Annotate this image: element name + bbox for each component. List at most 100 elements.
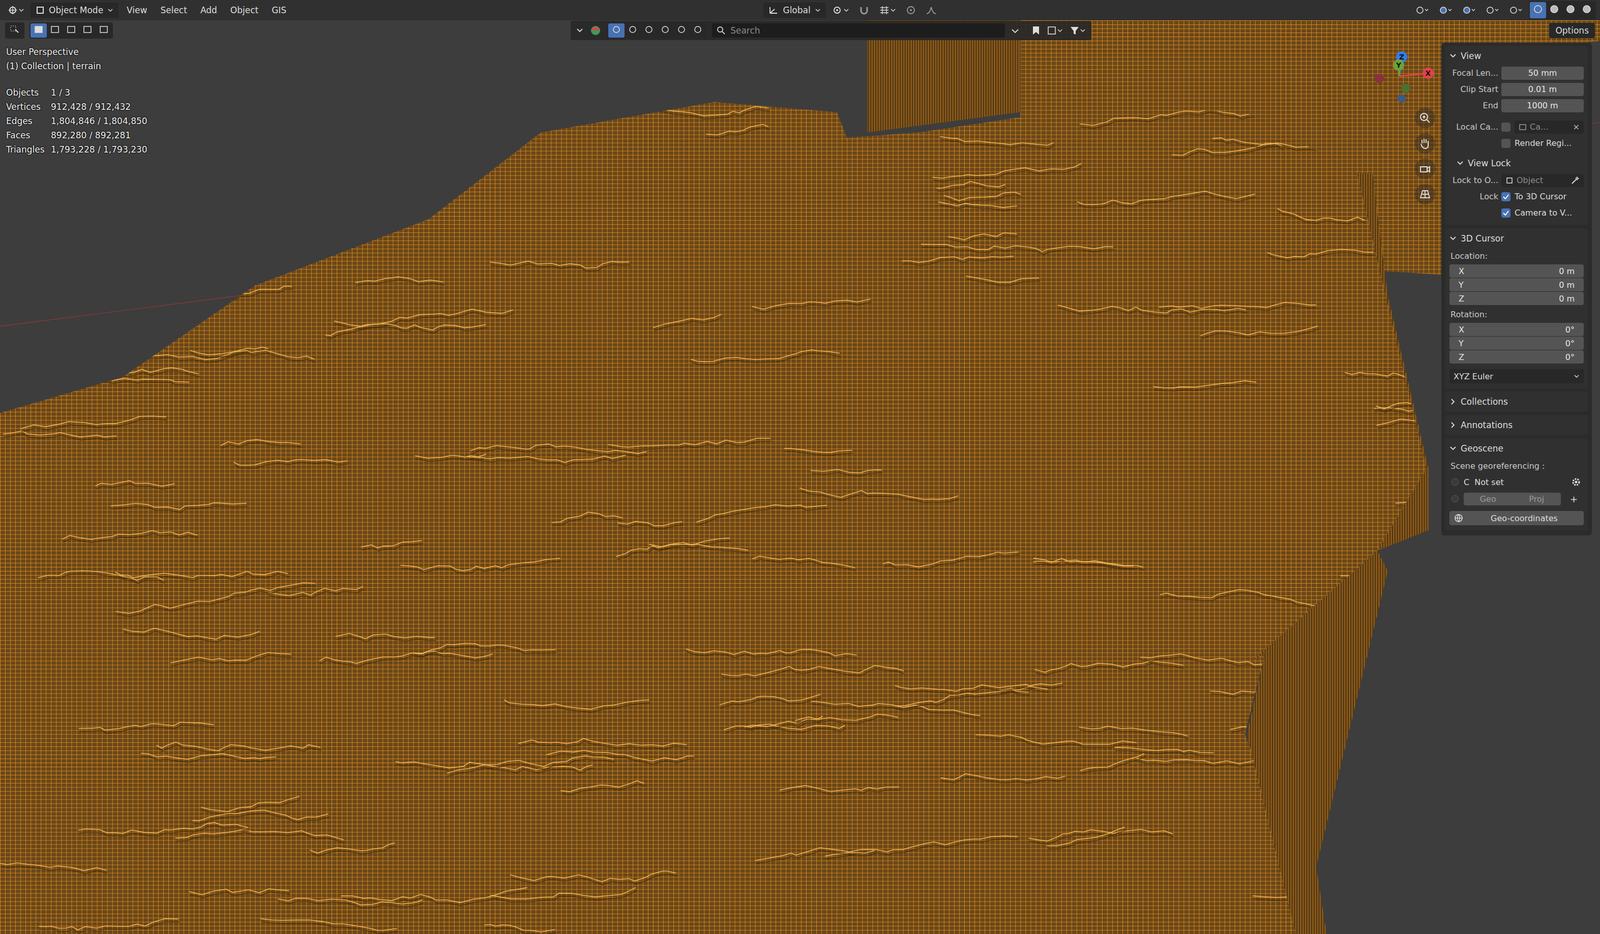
falloff-button[interactable] — [922, 3, 940, 18]
vector-field[interactable]: X0° — [1449, 322, 1584, 337]
hand-icon — [1418, 136, 1432, 151]
geo-coordinates-button[interactable]: Geo-coordinates — [1449, 511, 1584, 526]
axis-gizmo[interactable]: ZYX — [1365, 46, 1442, 108]
search-input[interactable] — [729, 24, 1001, 37]
snap-toggle[interactable] — [855, 3, 873, 18]
sort-icon[interactable] — [1046, 24, 1064, 37]
zoom-button[interactable] — [1414, 107, 1436, 129]
panel-header[interactable]: View — [1449, 47, 1584, 65]
object-field[interactable]: Object — [1501, 173, 1584, 188]
crs-button[interactable]: Proj — [1512, 492, 1561, 506]
navigation-gizmo: ZYX — [1359, 40, 1442, 205]
filter-icon — [627, 24, 638, 35]
search-field[interactable] — [712, 23, 1005, 38]
object-mode-icon — [35, 5, 45, 15]
select-mode-button[interactable] — [63, 23, 80, 38]
filter-icon — [611, 24, 622, 35]
select-mode-button[interactable] — [30, 23, 47, 38]
mode-dropdown[interactable]: Object Mode — [30, 2, 119, 18]
number-field[interactable]: 0.01 m — [1501, 82, 1584, 97]
crs-button[interactable]: Geo — [1463, 492, 1513, 506]
vector-field[interactable]: Z0° — [1449, 350, 1584, 364]
menu-item[interactable]: Object — [225, 2, 264, 18]
panel-header[interactable]: Annotations — [1449, 417, 1584, 434]
render-region-checkbox[interactable]: Render Regi... — [1501, 138, 1584, 148]
camera-field[interactable]: Ca... × — [1514, 120, 1584, 134]
header-toggle[interactable] — [1435, 3, 1456, 18]
number-field[interactable]: 1000 m — [1501, 99, 1584, 113]
filter-button[interactable] — [673, 23, 690, 38]
gear-icon[interactable] — [1570, 476, 1582, 488]
vector-field[interactable]: X0 m — [1449, 264, 1584, 278]
local-camera-checkbox[interactable] — [1501, 122, 1511, 132]
filter-button[interactable] — [624, 23, 641, 38]
camera-icon — [1418, 162, 1432, 176]
rotation-mode-dropdown[interactable]: XYZ Euler — [1449, 369, 1584, 384]
header-toggle[interactable] — [1505, 3, 1526, 18]
lock-row: Lock To 3D Cursor — [1449, 189, 1584, 204]
header-toggle[interactable] — [1482, 3, 1503, 18]
bookmark-icon[interactable] — [1030, 24, 1042, 37]
select-mode-button[interactable] — [79, 23, 96, 38]
local-camera-row: Local Ca... Ca... × — [1449, 119, 1584, 135]
vector-field[interactable]: Z0 m — [1449, 291, 1584, 306]
filter-button[interactable] — [657, 23, 674, 38]
panel-header[interactable]: Geoscene — [1449, 440, 1584, 457]
orientation-dropdown[interactable]: Global — [763, 2, 826, 18]
header-toggle-icon — [1461, 5, 1476, 16]
header-toggle[interactable] — [1458, 3, 1479, 18]
panel-header[interactable]: Collections — [1449, 393, 1584, 410]
chevron-down-icon — [575, 27, 584, 34]
snap-target-button[interactable] — [875, 3, 900, 18]
menu-item[interactable]: Add — [195, 2, 223, 18]
add-button[interactable]: + — [1565, 493, 1582, 505]
view-panel: View Focal Len... 50 mmClip Start 0.01 m… — [1445, 45, 1588, 226]
orientation-icon — [768, 5, 779, 15]
chevron-down-icon — [107, 7, 114, 13]
vector-field[interactable]: Y0 m — [1449, 278, 1584, 292]
funnel-icon[interactable] — [1069, 24, 1087, 37]
vector-field[interactable]: Y0° — [1449, 336, 1584, 350]
disclosure-icon — [1449, 235, 1457, 242]
status-dot — [1451, 478, 1459, 486]
menu-item[interactable]: Select — [155, 2, 192, 18]
pan-button[interactable] — [1414, 133, 1436, 154]
filter-button[interactable] — [689, 23, 706, 38]
3d-viewport[interactable]: Options User Perspective (1) Collection … — [0, 20, 1600, 934]
shading-button[interactable] — [1578, 2, 1595, 19]
select-mode-button[interactable] — [46, 23, 64, 38]
menu-item[interactable]: View — [121, 2, 153, 18]
filter-icon — [660, 24, 671, 35]
disclosure-icon — [1449, 445, 1457, 452]
shading-button[interactable] — [1546, 2, 1563, 19]
filter-dropdown-icon[interactable] — [1010, 25, 1026, 36]
shading-button[interactable] — [1562, 2, 1579, 19]
stat-label: Objects — [6, 87, 51, 98]
subpanel-header[interactable]: View Lock — [1449, 155, 1584, 172]
visibility-icon — [588, 23, 603, 38]
filter-button[interactable] — [640, 23, 658, 38]
shading-button[interactable] — [1529, 2, 1547, 19]
ortho-toggle[interactable] — [1414, 184, 1436, 205]
options-button[interactable]: Options — [1549, 22, 1595, 39]
axis-handle[interactable]: X — [1422, 67, 1434, 79]
panel-header[interactable]: 3D Cursor — [1449, 230, 1584, 247]
select-mode-button[interactable] — [95, 23, 112, 38]
lock-checkbox[interactable]: To 3D Cursor — [1501, 191, 1584, 202]
header-toggle[interactable] — [1411, 3, 1433, 18]
pivot-button[interactable] — [828, 3, 853, 18]
clear-button[interactable]: × — [1573, 122, 1580, 132]
lock-checkbox[interactable]: Camera to V... — [1501, 208, 1584, 218]
tool-select-button[interactable] — [5, 22, 25, 39]
select-mode-icon — [66, 24, 77, 35]
camera-view-button[interactable] — [1414, 158, 1436, 180]
proportional-toggle[interactable] — [902, 3, 920, 18]
eyedropper-icon[interactable] — [1570, 175, 1580, 186]
blender-window: Object Mode ViewSelectAddObjectGIS Globa… — [0, 0, 1600, 934]
select-mode-icon — [49, 24, 61, 35]
editor-type-button[interactable] — [4, 2, 28, 18]
number-field[interactable]: 50 mm — [1501, 66, 1584, 80]
filter-button[interactable] — [608, 23, 625, 38]
axis-handle[interactable]: Y — [1393, 59, 1405, 71]
menu-item[interactable]: GIS — [266, 2, 292, 18]
